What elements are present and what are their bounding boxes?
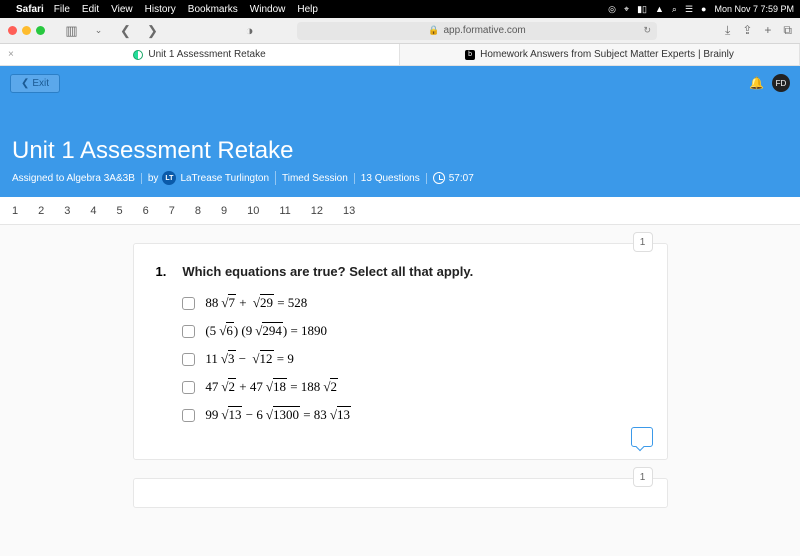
option-math: 9913 − 61300 = 8313 — [205, 407, 351, 423]
menu-bookmarks[interactable]: Bookmarks — [188, 4, 238, 15]
download-icon[interactable]: ⤓ — [725, 23, 730, 38]
formative-favicon-icon — [133, 50, 143, 60]
checkbox-icon[interactable] — [182, 297, 195, 310]
status-control-center-icon[interactable]: ☰ — [685, 4, 693, 15]
option-e[interactable]: 9913 − 61300 = 8313 — [182, 407, 644, 423]
qnav-item[interactable]: 10 — [247, 205, 259, 217]
brainly-favicon-icon: b — [465, 50, 475, 60]
question-text: Which equations are true? Select all tha… — [182, 264, 644, 279]
status-search-icon[interactable]: ⌕ — [672, 4, 677, 15]
question-nav: 1 2 3 4 5 6 7 8 9 10 11 12 13 — [0, 197, 800, 225]
qnav-item[interactable]: 3 — [64, 205, 70, 217]
status-battery-icon[interactable]: ▮▯ — [637, 4, 647, 15]
qnav-item[interactable]: 8 — [195, 205, 201, 217]
qnav-item[interactable]: 6 — [143, 205, 149, 217]
checkbox-icon[interactable] — [182, 353, 195, 366]
qnav-item[interactable]: 7 — [169, 205, 175, 217]
points-badge: 1 — [633, 467, 653, 487]
status-bluetooth-icon[interactable]: ⌖ — [624, 4, 629, 15]
exit-button[interactable]: ❮ Exit — [10, 74, 60, 93]
option-d[interactable]: 472 + 4718 = 1882 — [182, 379, 644, 395]
status-wifi-icon[interactable]: ▲ — [655, 4, 664, 14]
qnav-item[interactable]: 11 — [279, 205, 290, 217]
tab-formative[interactable]: × Unit 1 Assessment Retake — [0, 44, 400, 65]
safari-toolbar: ▥ ⌄ ❮ ❯ ◑ 🔒 app.formative.com ↻ ⤓ ⇪ + ⧉ — [0, 18, 800, 44]
question-card-2: 1 — [133, 478, 668, 508]
menu-view[interactable]: View — [111, 4, 133, 15]
question-card-1: 1 1. Which equations are true? Select al… — [133, 243, 668, 460]
close-tab-icon[interactable]: × — [8, 49, 14, 60]
menu-window[interactable]: Window — [250, 4, 286, 15]
option-math: 113 − 12 = 9 — [205, 351, 294, 367]
exit-label: Exit — [32, 78, 49, 89]
checkbox-icon[interactable] — [182, 325, 195, 338]
notifications-bell-icon[interactable]: 🔔 — [749, 76, 764, 90]
menu-history[interactable]: History — [145, 4, 176, 15]
address-text: app.formative.com — [443, 25, 525, 36]
points-badge: 1 — [633, 232, 653, 252]
comment-icon[interactable] — [631, 427, 653, 447]
new-tab-icon[interactable]: + — [764, 23, 771, 38]
meta-assigned-to: Assigned to Algebra 3A&3B — [12, 173, 142, 184]
tab-label: Unit 1 Assessment Retake — [148, 49, 265, 60]
user-avatar[interactable]: FD — [772, 74, 790, 92]
chevron-down-icon[interactable]: ⌄ — [90, 25, 107, 36]
qnav-item[interactable]: 1 — [12, 205, 18, 217]
reload-icon[interactable]: ↻ — [643, 25, 651, 36]
assessment-title: Unit 1 Assessment Retake — [12, 137, 790, 165]
checkbox-icon[interactable] — [182, 381, 195, 394]
qnav-item[interactable]: 12 — [311, 205, 323, 217]
back-button[interactable]: ❮ — [117, 23, 134, 39]
tab-brainly[interactable]: b Homework Answers from Subject Matter E… — [400, 44, 800, 65]
menubar-app-name[interactable]: Safari — [16, 4, 44, 15]
teacher-name: LaTrease Turlington — [180, 173, 269, 184]
option-b[interactable]: (56) (9294) = 1890 — [182, 323, 644, 339]
meta-by: by LT LaTrease Turlington — [148, 171, 276, 185]
mac-menubar: Safari File Edit View History Bookmarks … — [0, 0, 800, 18]
sidebar-toggle-icon[interactable]: ▥ — [63, 23, 80, 39]
tabs-overview-icon[interactable]: ⧉ — [783, 23, 792, 38]
assessment-header: ❮ Exit 🔔 FD Unit 1 Assessment Retake Ass… — [0, 66, 800, 197]
menu-file[interactable]: File — [54, 4, 70, 15]
option-a[interactable]: 887 + 29 = 528 — [182, 295, 644, 311]
maximize-window-button[interactable] — [36, 26, 45, 35]
lock-icon: 🔒 — [428, 25, 439, 36]
forward-button[interactable]: ❯ — [144, 23, 161, 39]
meta-question-count: 13 Questions — [361, 173, 427, 184]
status-user-icon[interactable]: ● — [701, 4, 706, 14]
browser-tabs: × Unit 1 Assessment Retake b Homework An… — [0, 44, 800, 66]
option-c[interactable]: 113 − 12 = 9 — [182, 351, 644, 367]
chevron-left-icon: ❮ — [21, 78, 29, 89]
minimize-window-button[interactable] — [22, 26, 31, 35]
share-icon[interactable]: ⇪ — [742, 23, 752, 38]
teacher-avatar-icon: LT — [162, 171, 176, 185]
option-math: 472 + 4718 = 1882 — [205, 379, 338, 395]
clock-icon — [433, 172, 445, 184]
meta-session-type: Timed Session — [282, 173, 355, 184]
window-controls — [8, 26, 45, 35]
meta-timer: 57:07 — [433, 172, 480, 184]
menu-help[interactable]: Help — [297, 4, 318, 15]
qnav-item[interactable]: 9 — [221, 205, 227, 217]
content-area: 1 1. Which equations are true? Select al… — [0, 225, 800, 556]
address-bar[interactable]: 🔒 app.formative.com ↻ — [297, 22, 657, 40]
timer-value: 57:07 — [449, 173, 474, 184]
option-math: 887 + 29 = 528 — [205, 295, 307, 311]
status-cast-icon[interactable]: ◎ — [608, 4, 616, 15]
qnav-item[interactable]: 2 — [38, 205, 44, 217]
option-math: (56) (9294) = 1890 — [205, 323, 327, 339]
menu-edit[interactable]: Edit — [82, 4, 99, 15]
qnav-item[interactable]: 5 — [117, 205, 123, 217]
shield-icon[interactable]: ◑ — [241, 23, 258, 38]
assessment-meta: Assigned to Algebra 3A&3B by LT LaTrease… — [12, 171, 790, 185]
qnav-item[interactable]: 13 — [343, 205, 355, 217]
qnav-item[interactable]: 4 — [90, 205, 96, 217]
tab-label: Homework Answers from Subject Matter Exp… — [480, 49, 734, 60]
close-window-button[interactable] — [8, 26, 17, 35]
menubar-datetime[interactable]: Mon Nov 7 7:59 PM — [714, 4, 794, 14]
question-number: 1. — [156, 264, 167, 435]
by-label: by — [148, 173, 159, 184]
checkbox-icon[interactable] — [182, 409, 195, 422]
